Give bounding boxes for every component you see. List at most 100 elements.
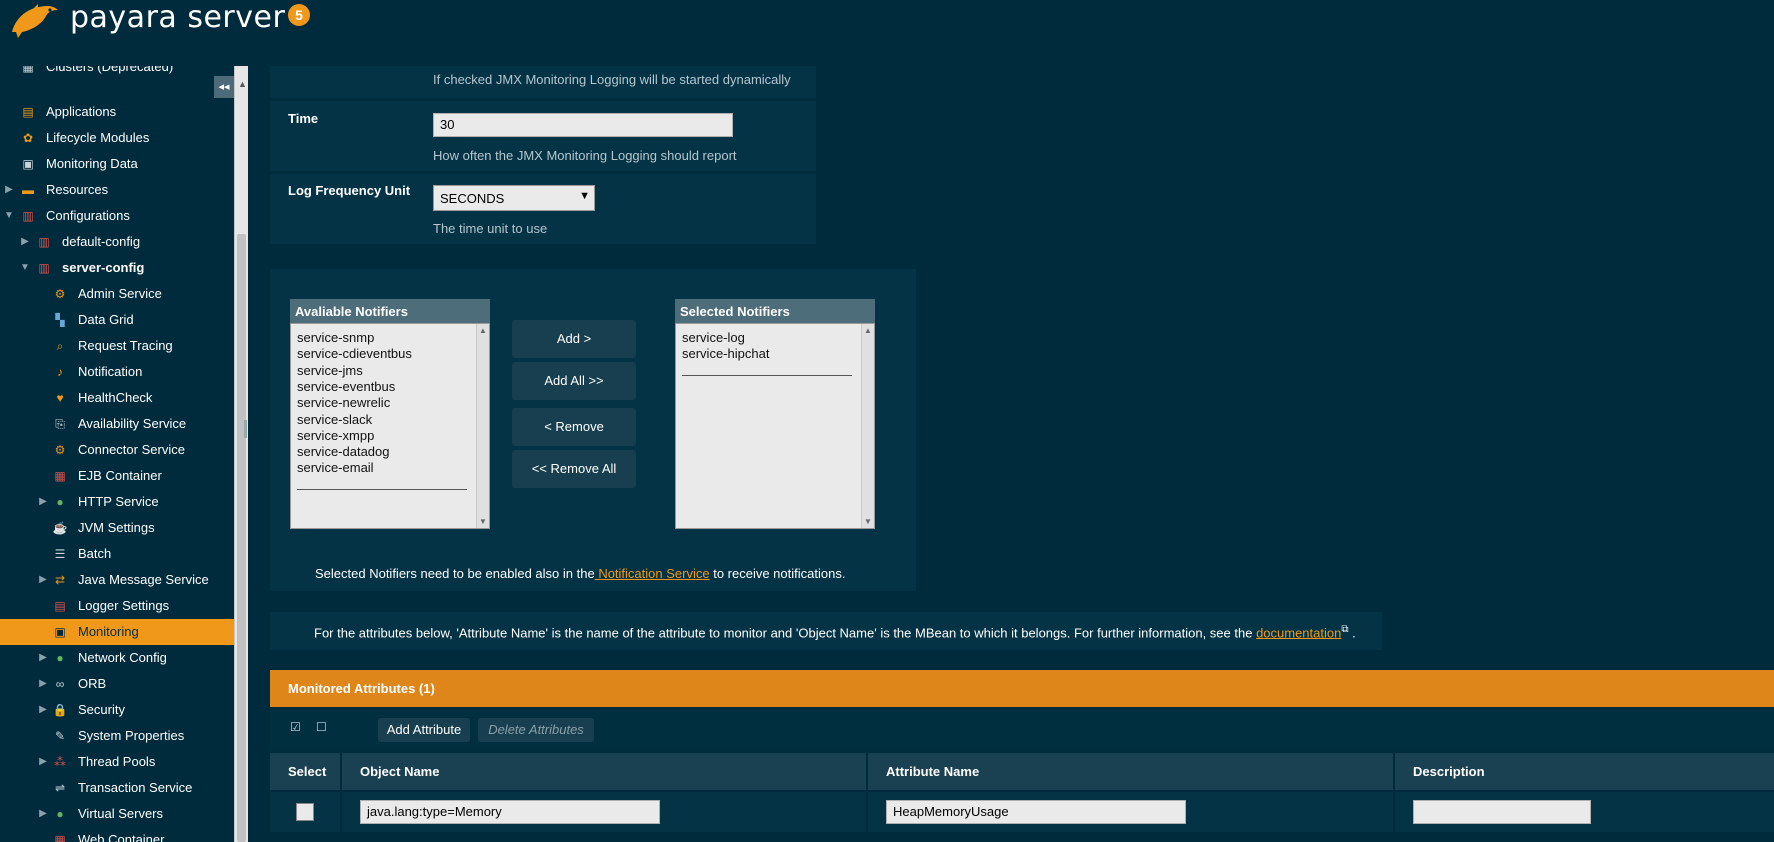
applications-icon: ▤ <box>22 105 34 119</box>
scroll-up-arrow-icon[interactable]: ▲ <box>238 79 247 89</box>
column-header-attribute-name[interactable]: Attribute Name <box>868 753 1393 790</box>
sidebar-item-server-config[interactable]: ▼ ▥ server-config <box>0 255 234 281</box>
sidebar-item-http-service[interactable]: ▶ ● HTTP Service <box>0 489 234 515</box>
sidebar-item-thread-pools[interactable]: ▶ ⁂ Thread Pools <box>0 749 234 775</box>
sidebar-item-security[interactable]: ▶ 🔒 Security <box>0 697 234 723</box>
collapsed-arrow-icon[interactable]: ▶ <box>20 229 30 255</box>
sidebar-item-label: HTTP Service <box>78 494 159 509</box>
collapsed-arrow-icon[interactable]: ▶ <box>38 801 48 827</box>
sidebar-item-resources[interactable]: ▶ ▬ Resources <box>0 177 234 203</box>
remove-notifier-button[interactable]: < Remove <box>512 408 636 446</box>
time-input[interactable]: 30 <box>433 113 733 137</box>
list-option[interactable]: service-log <box>682 330 745 346</box>
list-option[interactable]: service-jms <box>297 363 363 379</box>
sidebar-item-clusters[interactable]: ▦ Clusters (Deprecated) <box>0 66 234 80</box>
list-option[interactable]: service-datadog <box>297 444 390 460</box>
sidebar-item-monitoring[interactable]: ▣ Monitoring <box>0 619 234 645</box>
sidebar-item-applications[interactable]: ▤ Applications <box>0 99 234 125</box>
add-attribute-button[interactable]: Add Attribute <box>378 718 470 742</box>
time-label: Time <box>288 111 319 126</box>
row-select-checkbox[interactable] <box>296 803 314 821</box>
sidebar-item-label: JVM Settings <box>78 520 155 535</box>
deselect-all-icon[interactable]: ☐ <box>316 720 327 734</box>
note-prefix: Selected Notifiers need to be enabled al… <box>315 566 595 581</box>
table-row-attribute-name-cell: HeapMemoryUsage <box>868 792 1393 832</box>
collapsed-arrow-icon[interactable]: ▶ <box>4 177 14 203</box>
attribute-name-input[interactable]: HeapMemoryUsage <box>886 800 1186 824</box>
sidebar-item-label: Network Config <box>78 650 167 665</box>
sidebar-item-jvm-settings[interactable]: ☕ JVM Settings <box>0 515 234 541</box>
main-content: If checked JMX Monitoring Logging will b… <box>248 66 1774 842</box>
collapsed-arrow-icon[interactable]: ▶ <box>38 645 48 671</box>
sidebar-item-virtual-servers[interactable]: ▶ ● Virtual Servers <box>0 801 234 827</box>
available-notifiers-list[interactable]: ▲ ▼ service-snmp service-cdieventbus servi… <box>290 323 490 529</box>
list-option[interactable]: service-hipchat <box>682 346 769 362</box>
scroll-up-arrow-icon[interactable]: ▲ <box>864 326 872 335</box>
object-name-input[interactable]: java.lang:type=Memory <box>360 800 660 824</box>
sidebar-item-default-config[interactable]: ▶ ▥ default-config <box>0 229 234 255</box>
list-option[interactable]: service-newrelic <box>297 395 390 411</box>
list-option[interactable]: service-xmpp <box>297 428 374 444</box>
list-scrollbar[interactable]: ▲ ▼ <box>476 324 489 528</box>
sidebar-item-transaction-service[interactable]: ⇌ Transaction Service <box>0 775 234 801</box>
sidebar-item-web-container[interactable]: ▦ Web Container <box>0 827 234 842</box>
list-option[interactable]: service-email <box>297 460 374 476</box>
list-option[interactable]: service-cdieventbus <box>297 346 412 362</box>
table-row-select-cell <box>270 792 340 832</box>
description-input[interactable] <box>1413 800 1591 824</box>
add-notifier-button[interactable]: Add > <box>512 320 636 358</box>
table-row-description-cell <box>1395 792 1774 832</box>
scroll-down-arrow-icon[interactable]: ▼ <box>479 517 487 526</box>
jvm-settings-icon: ☕ <box>52 521 68 535</box>
log-frequency-unit-select[interactable]: SECONDS ▼ <box>433 185 595 211</box>
list-option[interactable]: service-slack <box>297 412 372 428</box>
collapsed-arrow-icon[interactable]: ▶ <box>38 749 48 775</box>
column-header-description[interactable]: Description <box>1395 753 1774 790</box>
select-all-icon[interactable]: ☑ <box>290 720 301 734</box>
sidebar-item-data-grid[interactable]: ▚ Data Grid <box>0 307 234 333</box>
monitored-attributes-titlebar: Monitored Attributes (1) <box>270 670 1774 707</box>
info-suffix: . <box>1348 625 1356 641</box>
remove-all-notifiers-button[interactable]: << Remove All <box>512 450 636 488</box>
scroll-up-arrow-icon[interactable]: ▲ <box>479 326 487 335</box>
documentation-link[interactable]: documentation <box>1256 625 1341 640</box>
split-pane-handle[interactable] <box>244 420 247 438</box>
notification-service-link[interactable]: Notification Service <box>595 566 709 581</box>
add-all-notifiers-button[interactable]: Add All >> <box>512 362 636 400</box>
column-header-object-name[interactable]: Object Name <box>342 753 866 790</box>
table-toolbar: ☑ ☐ Add Attribute Delete Attributes <box>270 709 1774 751</box>
sidebar-item-admin-service[interactable]: ⚙ Admin Service <box>0 281 234 307</box>
list-scrollbar[interactable]: ▲ ▼ <box>861 324 874 528</box>
sidebar-item-java-message-service[interactable]: ▶ ⇄ Java Message Service <box>0 567 234 593</box>
list-option[interactable]: service-snmp <box>297 330 374 346</box>
collapsed-arrow-icon[interactable]: ▶ <box>38 489 48 515</box>
sidebar-item-monitoring-data[interactable]: ▣ Monitoring Data <box>0 151 234 177</box>
sidebar-scroll-thumb[interactable] <box>237 234 246 842</box>
collapsed-arrow-icon[interactable]: ▶ <box>38 567 48 593</box>
sidebar-item-notification[interactable]: ♪ Notification <box>0 359 234 385</box>
sidebar-item-orb[interactable]: ▶ ∞ ORB <box>0 671 234 697</box>
sidebar-item-availability-service[interactable]: ⎘ Availability Service <box>0 411 234 437</box>
sidebar-item-batch[interactable]: ☰ Batch <box>0 541 234 567</box>
expanded-arrow-icon[interactable]: ▼ <box>4 203 14 229</box>
sidebar-item-label: Admin Service <box>78 286 162 301</box>
collapsed-arrow-icon[interactable]: ▶ <box>38 671 48 697</box>
sidebar-item-label: Applications <box>46 104 117 119</box>
sidebar-item-logger-settings[interactable]: ▤ Logger Settings <box>0 593 234 619</box>
sidebar-item-healthcheck[interactable]: ♥ HealthCheck <box>0 385 234 411</box>
collapsed-arrow-icon[interactable]: ▶ <box>38 697 48 723</box>
sidebar-item-request-tracing[interactable]: ⌕ Request Tracing <box>0 333 234 359</box>
sidebar-item-system-properties[interactable]: ✎ System Properties <box>0 723 234 749</box>
sidebar-item-lifecycle-modules[interactable]: ✿ Lifecycle Modules <box>0 125 234 151</box>
scroll-down-arrow-icon[interactable]: ▼ <box>864 517 872 526</box>
collapse-sidebar-button[interactable]: ◂◂ <box>214 76 234 98</box>
selected-notifiers-list[interactable]: ▲ ▼ service-log service-hipchat <box>675 323 875 529</box>
sidebar-scrollbar[interactable]: ▲ <box>234 66 248 842</box>
delete-attributes-button[interactable]: Delete Attributes <box>478 718 594 742</box>
sidebar-item-ejb-container[interactable]: ▦ EJB Container <box>0 463 234 489</box>
sidebar-item-network-config[interactable]: ▶ ● Network Config <box>0 645 234 671</box>
sidebar-item-configurations[interactable]: ▼ ▥ Configurations <box>0 203 234 229</box>
expanded-arrow-icon[interactable]: ▼ <box>20 255 30 281</box>
sidebar-item-connector-service[interactable]: ⚙ Connector Service <box>0 437 234 463</box>
list-option[interactable]: service-eventbus <box>297 379 395 395</box>
